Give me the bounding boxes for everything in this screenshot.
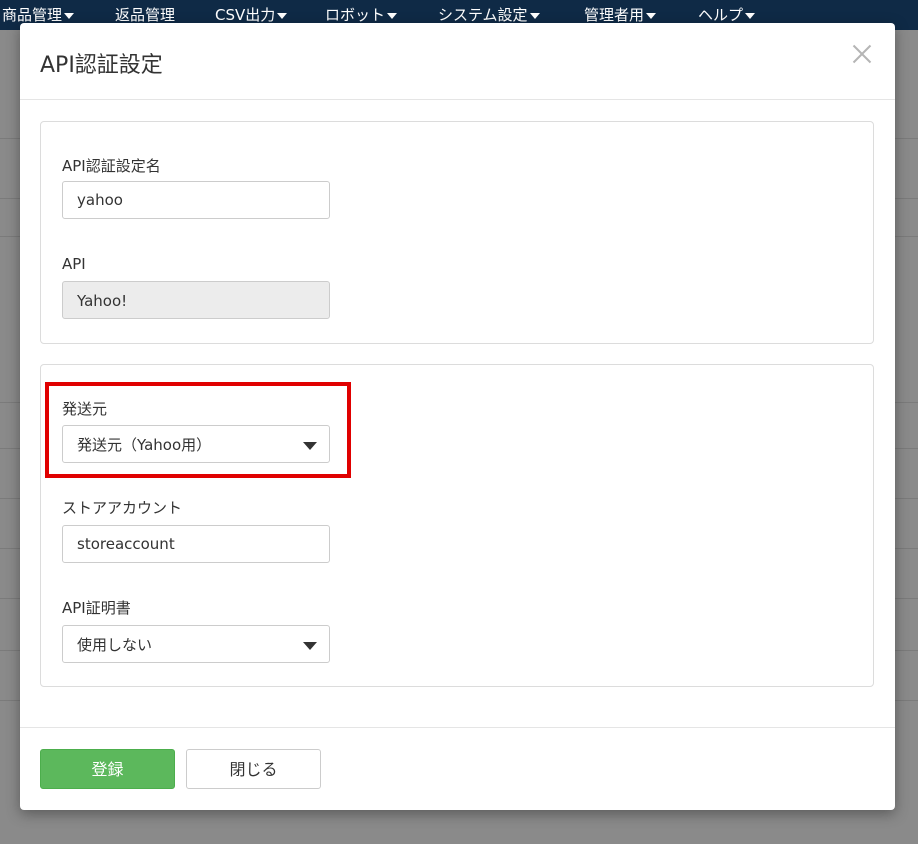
- chevron-down-icon: [303, 642, 317, 650]
- api-cert-select[interactable]: 使用しない: [62, 625, 330, 663]
- api-cert-select-value: 使用しない: [77, 636, 153, 654]
- modal-title: API認証設定: [40, 53, 163, 78]
- api-cert-label: API証明書: [62, 599, 131, 617]
- caret-down-icon: [277, 13, 288, 19]
- store-account-label: ストアアカウント: [62, 499, 183, 517]
- basic-settings-panel: API認証設定名 API Yahoo!: [40, 121, 874, 344]
- caret-down-icon: [387, 13, 398, 19]
- caret-down-icon: [646, 13, 657, 19]
- api-field-readonly: Yahoo!: [62, 281, 330, 319]
- modal-footer: 登録 閉じる: [20, 727, 895, 811]
- caret-down-icon: [64, 13, 75, 19]
- store-account-input[interactable]: [62, 525, 330, 563]
- api-label: API: [62, 255, 86, 273]
- close-icon[interactable]: [851, 43, 873, 65]
- modal-header: API認証設定: [20, 23, 895, 100]
- highlight-box: [45, 382, 351, 478]
- caret-down-icon: [745, 13, 756, 19]
- close-button[interactable]: 閉じる: [186, 749, 321, 789]
- auth-name-label: API認証設定名: [62, 157, 161, 175]
- caret-down-icon: [529, 13, 540, 19]
- register-button[interactable]: 登録: [40, 749, 175, 789]
- auth-name-input[interactable]: [62, 181, 330, 219]
